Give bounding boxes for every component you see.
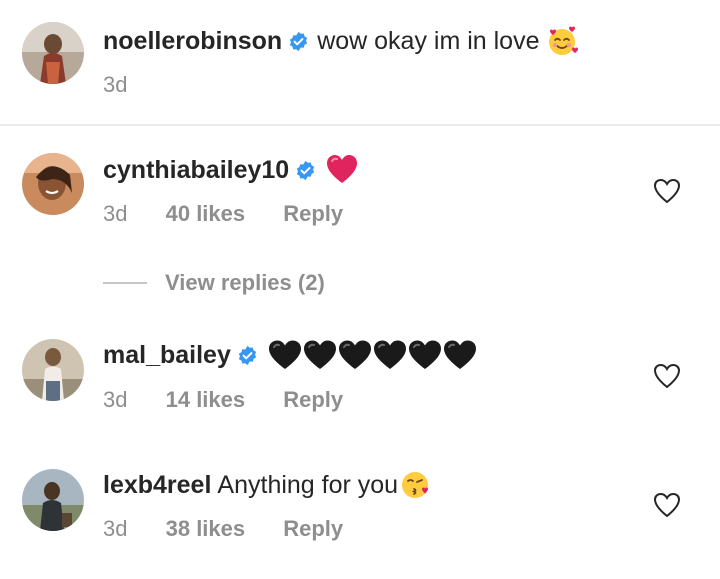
caption-line: noellerobinson wow okay im in love (103, 25, 578, 57)
likes-count[interactable]: 40 likes (166, 201, 246, 227)
like-heart-icon[interactable] (653, 492, 681, 518)
comment-text: wow okay im in love (317, 27, 540, 55)
verified-badge-icon (237, 345, 258, 366)
view-replies-label: View replies (2) (165, 270, 325, 295)
reply-button[interactable]: Reply (283, 387, 343, 413)
comment-line: lexb4reel Anything for you (103, 469, 432, 501)
black-heart-icon (338, 339, 372, 371)
black-hearts-emoji (268, 339, 478, 371)
avatar-mal-bailey[interactable] (22, 339, 84, 401)
red-heart-icon (326, 154, 358, 186)
black-heart-icon (443, 339, 477, 371)
like-heart-icon[interactable] (653, 178, 681, 204)
comment-meta: 3d (103, 72, 127, 98)
black-heart-icon (408, 339, 442, 371)
black-heart-icon (373, 339, 407, 371)
timestamp: 3d (103, 201, 128, 226)
reply-button[interactable]: Reply (283, 516, 343, 542)
black-heart-icon (303, 339, 337, 371)
verified-badge-icon (288, 31, 309, 52)
caption-comment: noellerobinson wow okay im in love 3d (0, 0, 720, 126)
reply-button[interactable]: Reply (283, 201, 343, 227)
username[interactable]: mal_bailey (103, 340, 231, 370)
avatar-noellerobinson[interactable] (22, 22, 84, 84)
comment-text: Anything for you (217, 471, 399, 499)
likes-count[interactable]: 38 likes (166, 516, 246, 542)
timestamp: 3d (103, 387, 128, 412)
comment-line: cynthiabailey10 (103, 154, 358, 186)
comment-meta: 3d 14 likes Reply (103, 387, 343, 413)
comment-meta: 3d 40 likes Reply (103, 201, 343, 227)
face-blowing-a-kiss-icon (400, 469, 432, 501)
timestamp: 3d (103, 72, 128, 97)
divider (0, 124, 720, 126)
avatar-cynthiabailey10[interactable] (22, 153, 84, 215)
view-replies-button[interactable]: View replies (2) (103, 270, 325, 296)
comment-meta: 3d 38 likes Reply (103, 516, 343, 542)
divider (103, 282, 147, 284)
likes-count[interactable]: 14 likes (166, 387, 246, 413)
timestamp: 3d (103, 516, 128, 541)
smiling-face-with-hearts-icon (546, 25, 578, 57)
comment-line: mal_bailey (103, 339, 478, 371)
verified-badge-icon (295, 160, 316, 181)
like-heart-icon[interactable] (653, 363, 681, 389)
username[interactable]: lexb4reel (103, 470, 211, 500)
username[interactable]: noellerobinson (103, 26, 282, 56)
black-heart-icon (268, 339, 302, 371)
username[interactable]: cynthiabailey10 (103, 155, 289, 185)
avatar-lexb4reel[interactable] (22, 469, 84, 531)
